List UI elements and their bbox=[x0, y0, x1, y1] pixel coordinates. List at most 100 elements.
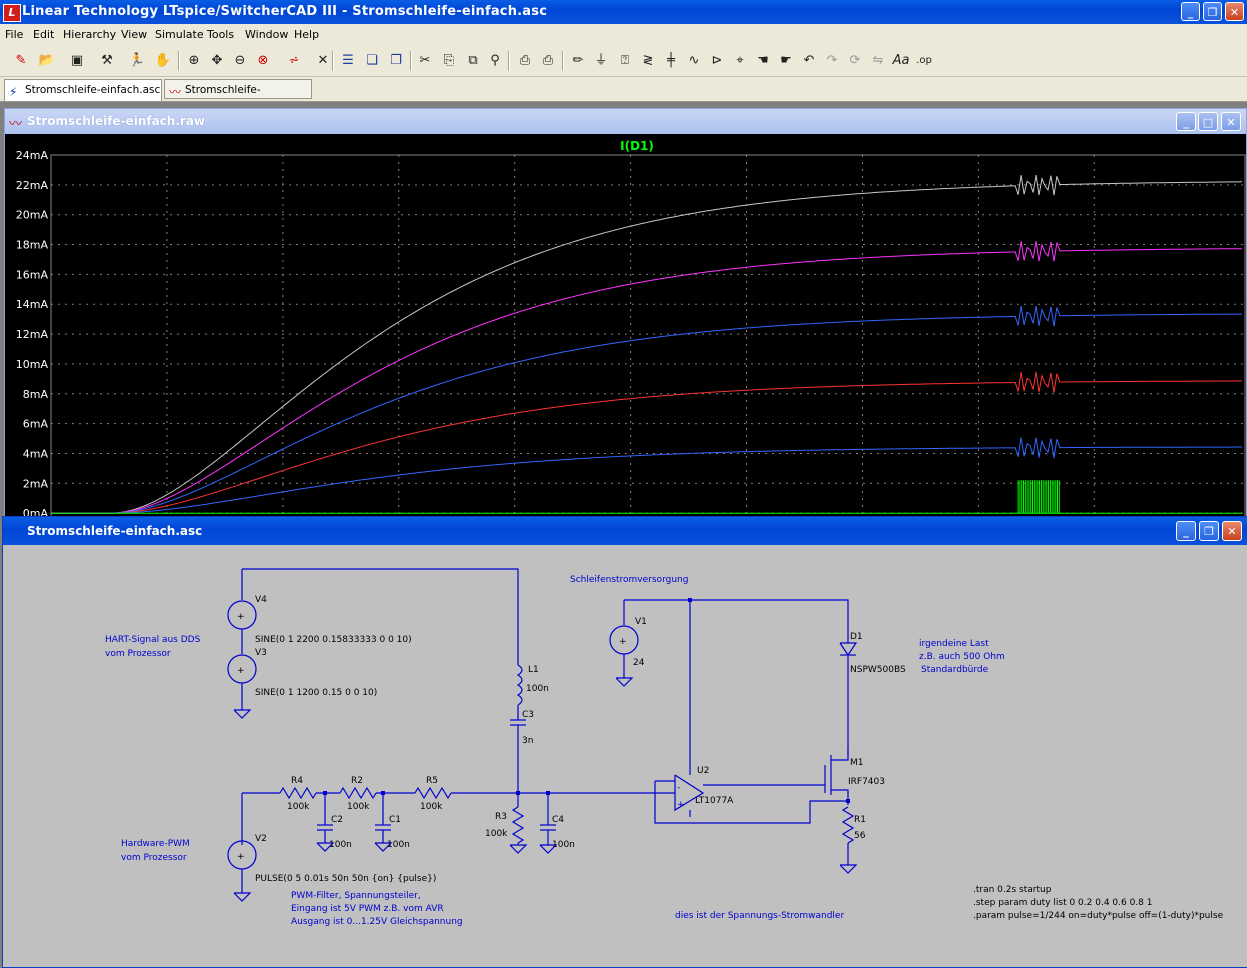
cascade-icon[interactable]: ❏ bbox=[361, 51, 383, 71]
label-c2[interactable]: C2 bbox=[331, 815, 343, 825]
tab-schematic[interactable]: ⚡ Stromschleife-einfach.asc bbox=[4, 79, 162, 101]
spice-directive-icon[interactable]: .op bbox=[913, 51, 935, 71]
label-m1[interactable]: M1 bbox=[850, 758, 864, 768]
value-u2[interactable]: LT1077A bbox=[695, 796, 734, 806]
comment-load-2[interactable]: z.B. auch 500 Ohm bbox=[919, 652, 1005, 662]
trace-series-2[interactable] bbox=[51, 305, 1242, 514]
tab-waveform[interactable]: 〰 Stromschleife-einfach.raw bbox=[164, 79, 312, 116]
run-icon[interactable]: 🏃 bbox=[126, 51, 148, 71]
value-m1[interactable]: IRF7403 bbox=[848, 777, 885, 787]
value-v3[interactable]: SINE(0 1 1200 0.15 0 0 10) bbox=[255, 688, 377, 698]
open-icon[interactable]: 📂 bbox=[36, 51, 58, 71]
comment-load-3[interactable]: Standardbürde bbox=[921, 665, 989, 675]
label-r3[interactable]: R3 bbox=[495, 812, 507, 822]
comment-filter-2[interactable]: Eingang ist 5V PWM z.B. vom AVR bbox=[291, 904, 444, 914]
plot-minimize-button[interactable]: _ bbox=[1176, 112, 1196, 131]
comment-filter-1[interactable]: PWM-Filter, Spannungsteiler, bbox=[291, 891, 421, 901]
menu-tools[interactable]: Tools bbox=[207, 28, 234, 41]
pan-icon[interactable]: ✥ bbox=[206, 51, 228, 71]
label-u2[interactable]: U2 bbox=[697, 766, 709, 776]
schematic-close-button[interactable]: ✕ bbox=[1222, 521, 1242, 541]
find-icon[interactable]: ⚲ bbox=[484, 51, 506, 71]
trace-series-1[interactable] bbox=[51, 241, 1242, 514]
label-r4[interactable]: R4 bbox=[291, 776, 303, 786]
ground-icon[interactable]: ⏚ bbox=[590, 51, 612, 71]
mirror-icon[interactable]: ⇋ bbox=[867, 51, 889, 71]
label-v3[interactable]: V3 bbox=[255, 648, 267, 658]
schematic-canvas[interactable]: + + + + - + V4 SINE(0 1 2200 0.15833333 … bbox=[5, 545, 1245, 965]
trace-label[interactable]: I(D1) bbox=[620, 139, 654, 153]
label-r5[interactable]: R5 bbox=[426, 776, 438, 786]
value-v4[interactable]: SINE(0 1 2200 0.15833333 0 0 10) bbox=[255, 635, 412, 645]
value-c4[interactable]: 100n bbox=[552, 840, 575, 850]
comment-pwm-2[interactable]: vom Prozessor bbox=[121, 853, 187, 863]
wire-icon[interactable]: ✏ bbox=[567, 51, 589, 71]
menu-window[interactable]: Window bbox=[245, 28, 288, 41]
directive-tran[interactable]: .tran 0.2s startup bbox=[973, 885, 1052, 895]
comment-load-1[interactable]: irgendeine Last bbox=[919, 639, 989, 649]
schematic-restore-button[interactable]: ❐ bbox=[1199, 521, 1219, 541]
restore-button[interactable]: ❐ bbox=[1203, 2, 1222, 21]
directive-step[interactable]: .step param duty list 0 0.2 0.4 0.6 0.8 … bbox=[973, 898, 1152, 908]
value-l1[interactable]: 100n bbox=[526, 684, 549, 694]
capacitor-icon[interactable]: ╪ bbox=[660, 51, 682, 71]
print-preview-icon[interactable]: ⎙ bbox=[514, 51, 536, 71]
trace-series-3[interactable] bbox=[51, 371, 1242, 514]
label-v4[interactable]: V4 bbox=[255, 595, 267, 605]
value-r4[interactable]: 100k bbox=[287, 802, 310, 812]
drag-icon[interactable]: ☛ bbox=[775, 51, 797, 71]
autorange-icon[interactable]: ⩫ bbox=[283, 51, 305, 71]
control-panel-icon[interactable]: ⚒ bbox=[96, 51, 118, 71]
zoom-out-icon[interactable]: ⊖ bbox=[229, 51, 251, 71]
print-icon[interactable]: ⎙ bbox=[537, 51, 559, 71]
halt-icon[interactable]: ✋ bbox=[152, 51, 174, 71]
undo-icon[interactable]: ↶ bbox=[798, 51, 820, 71]
value-d1[interactable]: NSPW500BS bbox=[850, 665, 906, 675]
comment-pwm-1[interactable]: Hardware-PWM bbox=[121, 839, 190, 849]
plot-maximize-button[interactable]: □ bbox=[1198, 112, 1218, 131]
comment-hart-1[interactable]: HART-Signal aus DDS bbox=[105, 635, 201, 645]
label-c3[interactable]: C3 bbox=[522, 710, 534, 720]
move-icon[interactable]: ☚ bbox=[752, 51, 774, 71]
menu-file[interactable]: File bbox=[5, 28, 23, 41]
cut-icon[interactable]: ✂ bbox=[414, 51, 436, 71]
text-icon[interactable]: Aa bbox=[890, 51, 912, 71]
comment-filter-3[interactable]: Ausgang ist 0...1.25V Gleichspannung bbox=[291, 917, 463, 927]
value-c1[interactable]: 100n bbox=[387, 840, 410, 850]
label-c4[interactable]: C4 bbox=[552, 815, 564, 825]
label-c1[interactable]: C1 bbox=[389, 815, 401, 825]
value-c3[interactable]: 3n bbox=[522, 736, 533, 746]
delete-icon[interactable]: ✕ bbox=[312, 51, 334, 71]
zoom-in-icon[interactable]: ⊕ bbox=[183, 51, 205, 71]
minimize-button[interactable]: _ bbox=[1181, 2, 1200, 21]
value-r1[interactable]: 56 bbox=[854, 831, 866, 841]
inductor-icon[interactable]: ∿ bbox=[683, 51, 705, 71]
comment-hart-2[interactable]: vom Prozessor bbox=[105, 649, 171, 659]
zoom-fit-icon[interactable]: ⊗ bbox=[252, 51, 274, 71]
value-r2[interactable]: 100k bbox=[347, 802, 370, 812]
value-r3[interactable]: 100k bbox=[485, 829, 508, 839]
redo-icon[interactable]: ↷ bbox=[821, 51, 843, 71]
comment-supply[interactable]: Schleifenstromversorgung bbox=[570, 575, 688, 585]
menu-simulate[interactable]: Simulate bbox=[155, 28, 204, 41]
label-icon[interactable]: ⍰ bbox=[614, 51, 636, 71]
value-r5[interactable]: 100k bbox=[420, 802, 443, 812]
label-r2[interactable]: R2 bbox=[351, 776, 363, 786]
resistor-icon[interactable]: ≷ bbox=[637, 51, 659, 71]
label-v1[interactable]: V1 bbox=[635, 617, 647, 627]
label-l1[interactable]: L1 bbox=[528, 665, 539, 675]
close-button[interactable]: ✕ bbox=[1225, 2, 1244, 21]
value-v2[interactable]: PULSE(0 5 0.01s 50n 50n {on} {pulse}) bbox=[255, 874, 436, 884]
plot-close-button[interactable]: ✕ bbox=[1221, 112, 1241, 131]
tile-horizontal-icon[interactable]: ☰ bbox=[337, 51, 359, 71]
tile-vertical-icon[interactable]: ❐ bbox=[385, 51, 407, 71]
label-v2[interactable]: V2 bbox=[255, 834, 267, 844]
menu-view[interactable]: View bbox=[121, 28, 147, 41]
directive-param[interactable]: .param pulse=1/244 on=duty*pulse off=(1-… bbox=[973, 911, 1224, 921]
new-schematic-icon[interactable]: ✎ bbox=[10, 51, 32, 71]
schematic-minimize-button[interactable]: _ bbox=[1176, 521, 1196, 541]
menu-edit[interactable]: Edit bbox=[33, 28, 54, 41]
menu-hierarchy[interactable]: Hierarchy bbox=[63, 28, 116, 41]
component-icon[interactable]: ⌖ bbox=[729, 51, 751, 71]
menu-help[interactable]: Help bbox=[294, 28, 319, 41]
